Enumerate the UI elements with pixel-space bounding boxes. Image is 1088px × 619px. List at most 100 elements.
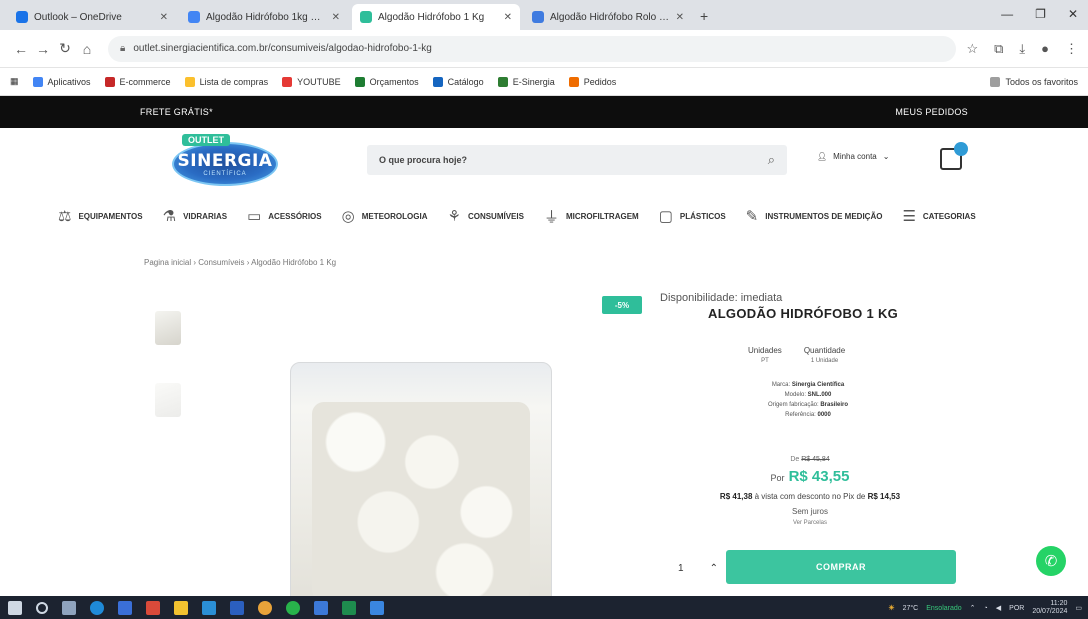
weather-icon[interactable]: ☀ bbox=[888, 604, 894, 612]
nav-item-equipamentos[interactable]: ⚖ EQUIPAMENTOS bbox=[58, 207, 143, 225]
url-field[interactable]: 🔒︎ outlet.sinergiacientifica.com.br/cons… bbox=[108, 35, 957, 62]
chrome-icon[interactable] bbox=[258, 600, 272, 615]
notification-icon[interactable]: ▭ bbox=[1075, 604, 1082, 612]
close-icon[interactable]: ✕ bbox=[676, 12, 684, 23]
thumbnail[interactable] bbox=[150, 306, 186, 350]
old-price: De R$ 45,84 bbox=[660, 456, 960, 463]
quantity-label: Quantidade bbox=[803, 346, 846, 355]
bookmark-item[interactable]: E-commerce bbox=[104, 76, 171, 87]
apps-icon[interactable]: ▦ bbox=[10, 76, 19, 87]
bookmark-item[interactable]: Aplicativos bbox=[32, 76, 91, 87]
wifi-icon[interactable]: ◔ bbox=[984, 605, 988, 612]
nav-item-microfiltragem[interactable]: ⏚ MICROFILTRAGEM bbox=[544, 206, 639, 227]
bookmark-item[interactable]: YOUTUBE bbox=[282, 76, 341, 87]
quantity-stepper[interactable]: 1 ⌃ bbox=[678, 556, 718, 580]
nav-item-vidrarias[interactable]: ⚗ VIDRARIAS bbox=[163, 207, 227, 225]
more-icon[interactable]: ⋮ bbox=[1065, 41, 1078, 57]
reload-icon[interactable]: ↻ bbox=[54, 40, 76, 57]
availability-text: Disponibilidade: imediata bbox=[660, 292, 783, 304]
bookmark-item[interactable]: Pedidos bbox=[568, 76, 616, 87]
nav-label: CATEGORIAS bbox=[922, 211, 976, 221]
bookmark-item[interactable]: Todos os favoritos bbox=[990, 76, 1078, 87]
app-icon[interactable] bbox=[146, 600, 160, 615]
minimize-icon[interactable]: — bbox=[1001, 7, 1013, 21]
home-icon[interactable]: ⌂ bbox=[76, 41, 98, 57]
bookmark-label: E-Sinergia bbox=[512, 76, 555, 87]
language-indicator[interactable]: POR bbox=[1009, 605, 1024, 612]
star-icon[interactable]: ☆ bbox=[966, 41, 978, 57]
search-icon[interactable]: ⌕ bbox=[768, 152, 775, 168]
browser-tab[interactable]: Algodão Hidrófobo Rolo 1 … ✕ bbox=[524, 4, 692, 30]
browser-tab-active[interactable]: Algodão Hidrófobo 1 Kg ✕ bbox=[352, 4, 520, 30]
tab-favicon bbox=[16, 11, 28, 23]
close-icon[interactable]: ✕ bbox=[332, 12, 340, 23]
start-icon[interactable] bbox=[8, 600, 22, 615]
nav-item-plasticos[interactable]: ▢ PLÁSTICOS bbox=[659, 207, 726, 225]
app-icon[interactable] bbox=[314, 600, 328, 615]
price-value: R$ 43,55 bbox=[788, 468, 850, 485]
search-taskbar-icon[interactable] bbox=[36, 601, 48, 614]
buy-button[interactable]: COMPRAR bbox=[726, 550, 956, 584]
nav-item-acessorios[interactable]: ▭ ACESSÓRIOS bbox=[247, 207, 322, 225]
bookmark-icon bbox=[184, 76, 195, 87]
chevron-up-icon[interactable]: ⌃ bbox=[970, 604, 976, 612]
weather-text: Ensolarado bbox=[926, 604, 962, 612]
bookmark-item[interactable]: Orçamentos bbox=[354, 76, 419, 87]
site-logo[interactable]: SINERGIA CIENTÍFICA OUTLET bbox=[172, 134, 278, 190]
browser-tab[interactable]: Algodão Hidrófobo 1kg – … ✕ bbox=[180, 4, 348, 30]
task-view-icon[interactable] bbox=[62, 600, 76, 615]
cart-icon[interactable] bbox=[940, 142, 968, 170]
old-price-value: R$ 45,84 bbox=[801, 456, 830, 463]
extensions-icon[interactable]: ⧉ bbox=[994, 41, 1003, 57]
bookmark-item[interactable]: E-Sinergia bbox=[497, 76, 555, 87]
bookmark-label: E-commerce bbox=[119, 76, 171, 87]
bookmark-item[interactable]: Lista de compras bbox=[184, 76, 268, 87]
nav-item-consumiveis[interactable]: ⚘ CONSUMÍVEIS bbox=[447, 207, 523, 225]
browser-tab[interactable]: Outlook – OneDrive ✕ bbox=[8, 4, 176, 30]
breadcrumb[interactable]: Pagina inicial › Consumíveis › Algodão H… bbox=[144, 258, 336, 267]
lock-icon[interactable]: 🔒︎ bbox=[120, 43, 125, 54]
forward-icon[interactable]: → bbox=[32, 41, 54, 57]
app-icon[interactable] bbox=[202, 600, 216, 615]
whatsapp-icon[interactable]: ✆ bbox=[1036, 546, 1066, 576]
close-window-icon[interactable]: ✕ bbox=[1068, 7, 1078, 21]
product-image[interactable] bbox=[290, 362, 552, 612]
nav-item-instrumentos[interactable]: ✎ INSTRUMENTOS DE MEDIÇÃO bbox=[746, 207, 883, 225]
app-icon[interactable] bbox=[370, 600, 384, 615]
back-icon[interactable]: ← bbox=[10, 41, 32, 57]
nav-label: MICROFILTRAGEM bbox=[565, 211, 639, 221]
my-orders-link[interactable]: MEUS PEDIDOS bbox=[895, 107, 968, 117]
clock[interactable]: 11:20 20/07/2024 bbox=[1032, 600, 1067, 616]
installments-link[interactable]: Ver Parcelas bbox=[660, 520, 960, 526]
logo-subtitle: CIENTÍFICA bbox=[203, 171, 247, 177]
nav-item-meteorologia[interactable]: ◎ METEOROLOGIA bbox=[342, 207, 428, 225]
equipment-icon: ⚖ bbox=[58, 208, 72, 225]
nav-label: CONSUMÍVEIS bbox=[467, 211, 524, 221]
menu-icon: ☰ bbox=[902, 208, 916, 225]
store-icon[interactable] bbox=[118, 600, 132, 615]
explorer-icon[interactable] bbox=[174, 600, 188, 615]
volume-icon[interactable]: ◀ bbox=[996, 604, 1001, 612]
logo-outlet-tag: OUTLET bbox=[182, 134, 230, 146]
close-icon[interactable]: ✕ bbox=[504, 12, 512, 23]
close-icon[interactable]: ✕ bbox=[160, 12, 168, 23]
download-icon[interactable]: ⤓ bbox=[1019, 41, 1025, 57]
toolbar-icons: ☆ ⧉ ⤓ ● ⋮ bbox=[966, 41, 1078, 57]
maximize-icon[interactable]: ❐ bbox=[1035, 7, 1046, 21]
chevron-icon[interactable]: ⌃ bbox=[710, 563, 718, 574]
new-tab-button[interactable]: + bbox=[700, 8, 708, 24]
edge-icon[interactable] bbox=[90, 600, 104, 615]
cart-badge bbox=[954, 142, 968, 156]
promo-text: FRETE GRÁTIS* bbox=[140, 107, 213, 117]
address-bar-row: ← → ↻ ⌂ 🔒︎ outlet.sinergiacientifica.com… bbox=[0, 30, 1088, 68]
account-link[interactable]: 👤︎ Minha conta ⌄ bbox=[817, 152, 889, 161]
profile-icon[interactable]: ● bbox=[1041, 41, 1049, 57]
excel-icon[interactable] bbox=[342, 600, 356, 615]
whatsapp-taskbar-icon[interactable] bbox=[286, 600, 300, 615]
nav-item-categorias[interactable]: ☰ CATEGORIAS bbox=[902, 207, 975, 225]
bookmark-item[interactable]: Catálogo bbox=[432, 76, 484, 87]
word-icon[interactable] bbox=[230, 600, 244, 615]
search-input[interactable]: O que procura hoje? ⌕ bbox=[367, 145, 787, 175]
quantity-input[interactable]: 1 bbox=[678, 563, 684, 574]
thumbnail[interactable] bbox=[150, 378, 186, 422]
